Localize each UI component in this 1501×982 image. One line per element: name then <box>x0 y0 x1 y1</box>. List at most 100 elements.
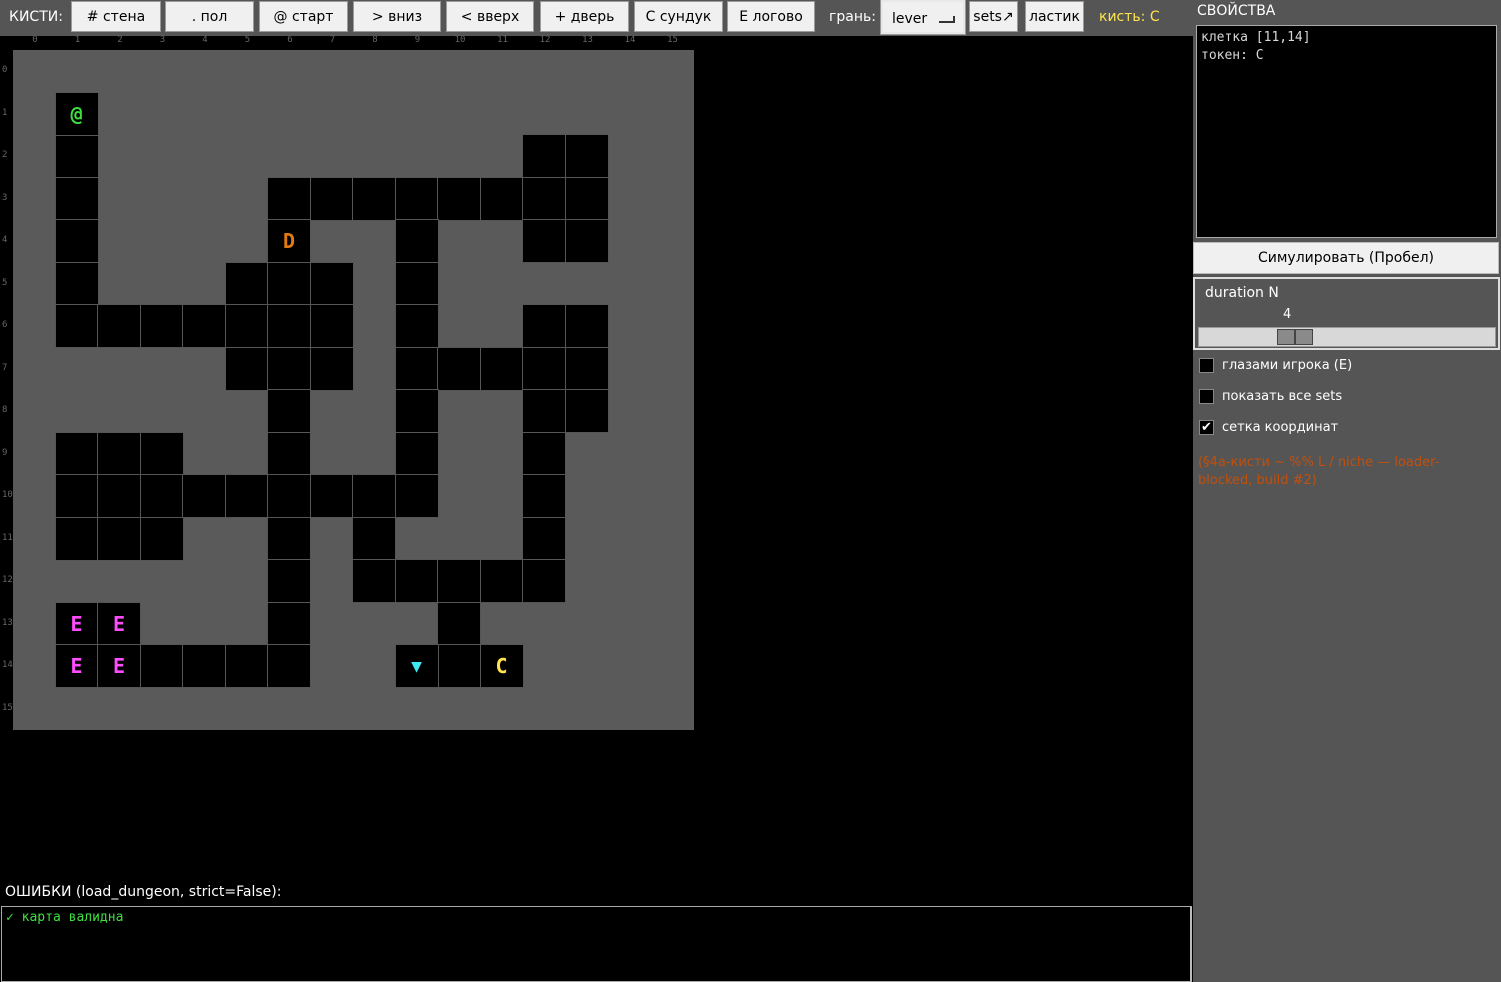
wall-cell[interactable] <box>394 176 439 221</box>
wall-cell[interactable] <box>522 219 566 263</box>
wall-cell[interactable] <box>309 474 354 518</box>
wall-cell[interactable] <box>437 176 481 221</box>
slider-thumb[interactable] <box>1277 329 1313 345</box>
wall-cell[interactable] <box>564 389 609 433</box>
brush-wall-button[interactable]: # стена <box>71 1 161 32</box>
edge-select[interactable]: lever <box>880 0 966 35</box>
wall-cell[interactable] <box>394 304 439 348</box>
brush-start-button[interactable]: @ старт <box>259 1 348 32</box>
brush-up-button[interactable]: < вверх <box>446 1 534 32</box>
wall-cell[interactable] <box>97 474 141 518</box>
coord-grid-checkbox[interactable]: ✔ сетка координат <box>1199 420 1338 435</box>
wall-cell[interactable] <box>437 346 481 391</box>
wall-cell[interactable] <box>54 261 99 306</box>
wall-cell[interactable] <box>564 176 609 221</box>
wall-cell[interactable] <box>564 134 609 178</box>
wall-cell[interactable] <box>479 176 524 221</box>
wall-cell[interactable] <box>182 644 226 688</box>
wall-cell[interactable] <box>267 176 311 221</box>
wall-cell[interactable] <box>394 389 439 433</box>
wall-cell[interactable] <box>394 431 439 476</box>
wall-cell[interactable] <box>224 261 269 306</box>
wall-cell[interactable] <box>394 261 439 306</box>
wall-cell[interactable] <box>267 346 311 391</box>
wall-cell[interactable] <box>564 219 609 263</box>
wall-cell[interactable] <box>139 644 184 688</box>
wall-cell[interactable] <box>97 431 141 476</box>
wall-cell[interactable] <box>139 431 184 476</box>
wall-cell[interactable] <box>394 219 439 263</box>
wall-cell[interactable] <box>309 261 354 306</box>
wall-cell[interactable] <box>54 431 99 476</box>
wall-cell[interactable] <box>479 346 524 391</box>
wall-cell[interactable] <box>54 304 99 348</box>
wall-cell[interactable] <box>522 346 566 391</box>
wall-cell[interactable] <box>54 219 99 263</box>
wall-cell[interactable] <box>437 644 481 688</box>
wall-cell[interactable] <box>437 559 481 603</box>
wall-cell[interactable] <box>394 559 439 603</box>
checkbox-checked-icon[interactable]: ✔ <box>1199 420 1214 435</box>
wall-cell[interactable] <box>564 304 609 348</box>
wall-cell[interactable] <box>267 644 311 688</box>
wall-cell[interactable] <box>139 304 184 348</box>
wall-cell[interactable] <box>267 601 311 646</box>
wall-cell[interactable] <box>522 134 566 178</box>
brush-door-button[interactable]: + дверь <box>540 1 629 32</box>
wall-cell[interactable] <box>54 134 99 178</box>
wall-cell[interactable] <box>224 346 269 391</box>
wall-cell[interactable] <box>224 304 269 348</box>
checkbox-unchecked-icon[interactable] <box>1199 389 1214 404</box>
wall-cell[interactable] <box>522 516 566 561</box>
wall-cell[interactable] <box>267 559 311 603</box>
wall-cell[interactable] <box>139 474 184 518</box>
wall-cell[interactable] <box>522 474 566 518</box>
wall-cell[interactable] <box>522 176 566 221</box>
show-sets-checkbox[interactable]: показать все sets <box>1199 389 1342 404</box>
wall-cell[interactable] <box>267 474 311 518</box>
wall-cell[interactable] <box>394 346 439 391</box>
wall-cell[interactable] <box>352 559 396 603</box>
checkbox-unchecked-icon[interactable] <box>1199 358 1214 373</box>
wall-cell[interactable] <box>479 559 524 603</box>
wall-cell[interactable] <box>522 389 566 433</box>
wall-cell[interactable] <box>352 474 396 518</box>
wall-cell[interactable] <box>139 516 184 561</box>
wall-cell[interactable] <box>352 176 396 221</box>
wall-cell[interactable] <box>309 304 354 348</box>
wall-cell[interactable] <box>267 304 311 348</box>
wall-cell[interactable] <box>394 474 439 518</box>
player-eyes-checkbox[interactable]: глазами игрока (E) <box>1199 358 1352 373</box>
wall-cell[interactable] <box>97 516 141 561</box>
wall-cell[interactable] <box>97 304 141 348</box>
wall-cell[interactable] <box>182 474 226 518</box>
wall-cell[interactable] <box>352 516 396 561</box>
wall-cell[interactable] <box>182 304 226 348</box>
brush-down-button[interactable]: > вниз <box>353 1 441 32</box>
wall-cell[interactable] <box>54 516 99 561</box>
brush-floor-button[interactable]: . пол <box>165 1 254 32</box>
wall-cell[interactable] <box>267 516 311 561</box>
wall-cell[interactable] <box>522 304 566 348</box>
brush-chest-button[interactable]: C сундук <box>634 1 723 32</box>
wall-cell[interactable] <box>267 261 311 306</box>
wall-cell[interactable] <box>267 431 311 476</box>
sets-button[interactable]: sets↗ <box>969 1 1018 32</box>
wall-cell[interactable] <box>54 176 99 221</box>
duration-slider[interactable] <box>1198 327 1496 347</box>
eraser-button[interactable]: ластик <box>1025 1 1084 32</box>
dungeon-map[interactable]: @ D E E E E ▼ C <box>13 50 694 730</box>
wall-cell[interactable] <box>437 601 481 646</box>
wall-cell[interactable] <box>224 644 269 688</box>
column-label: 1 <box>74 35 81 45</box>
wall-cell[interactable] <box>522 431 566 476</box>
brush-lair-button[interactable]: E логово <box>727 1 815 32</box>
wall-cell[interactable] <box>54 474 99 518</box>
wall-cell[interactable] <box>224 474 269 518</box>
simulate-button[interactable]: Симулировать (Пробел) <box>1193 242 1499 274</box>
wall-cell[interactable] <box>309 176 354 221</box>
wall-cell[interactable] <box>522 559 566 603</box>
wall-cell[interactable] <box>267 389 311 433</box>
wall-cell[interactable] <box>564 346 609 391</box>
wall-cell[interactable] <box>309 346 354 391</box>
